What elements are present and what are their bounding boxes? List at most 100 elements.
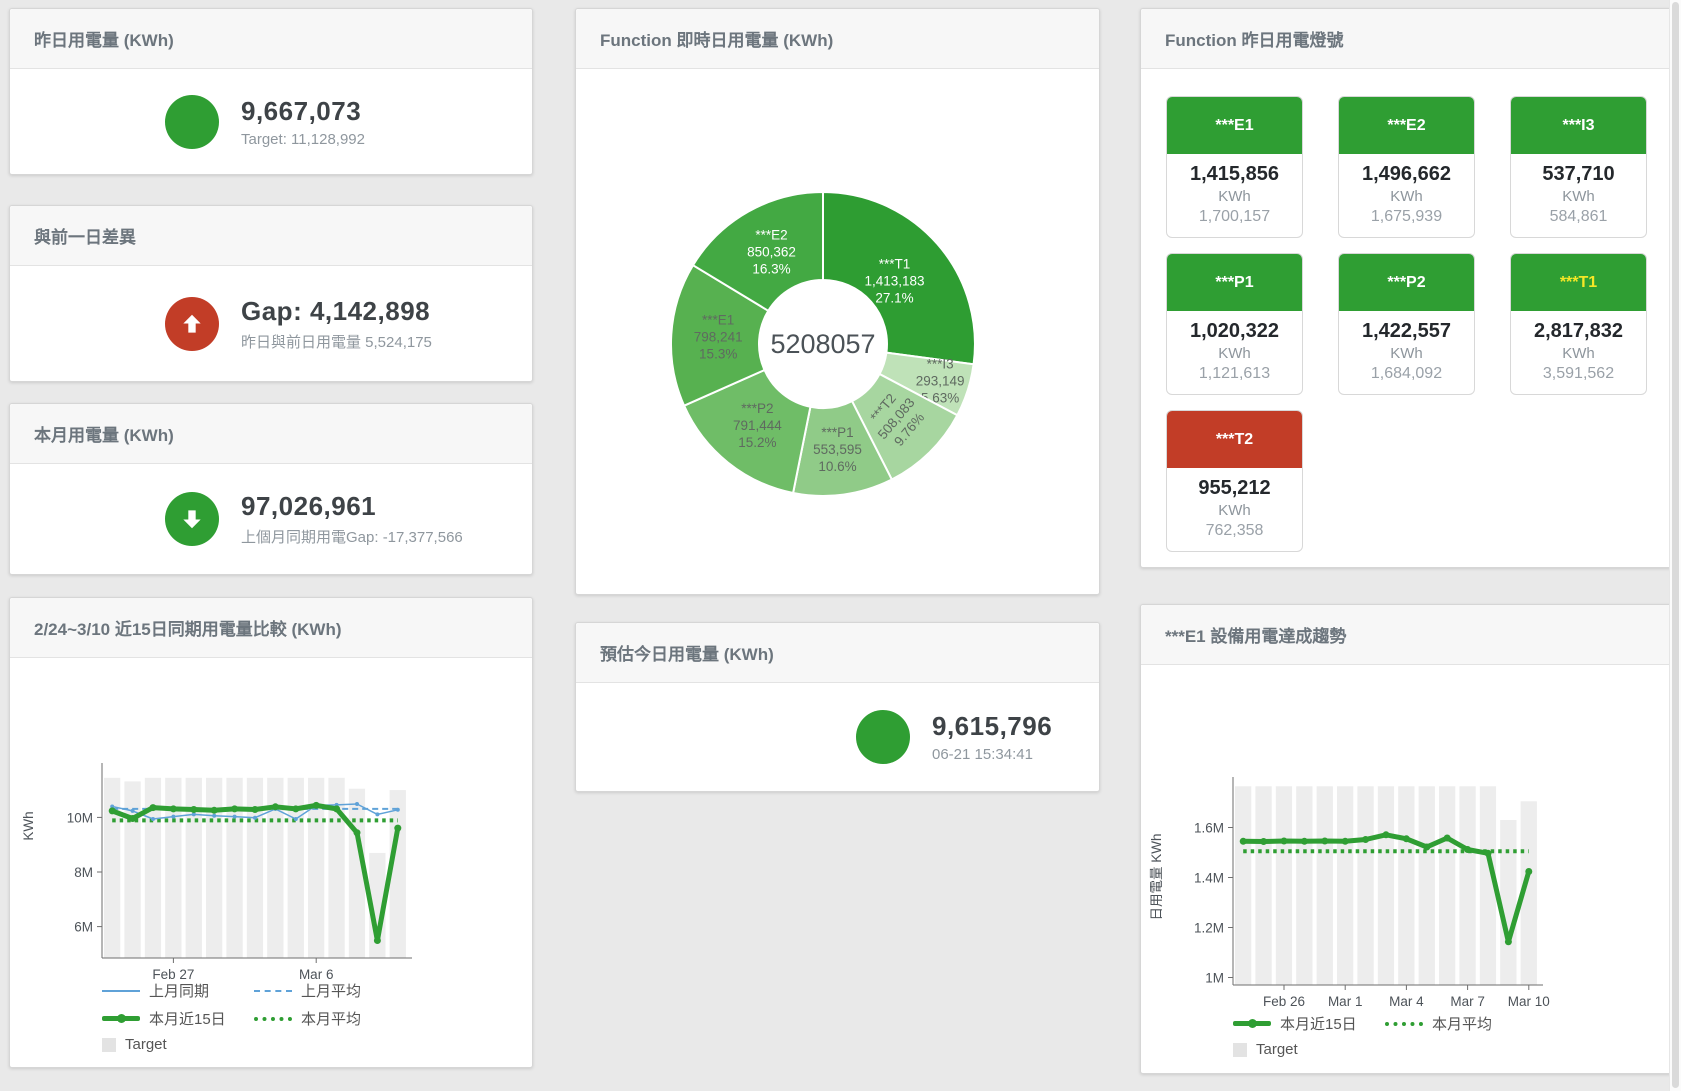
legend-item[interactable]: 本月平均 [1385,1013,1492,1034]
data-point[interactable] [396,808,400,812]
target-bar[interactable] [124,781,140,958]
y-axis-title: 日用電量 KWh [1149,833,1164,920]
legend-dot-green-icon [1385,1022,1423,1026]
target-bar[interactable] [1317,786,1333,985]
data-point[interactable] [170,805,177,812]
legend-item[interactable]: Target [1233,1041,1298,1058]
target-bar[interactable] [226,778,242,958]
data-point[interactable] [1464,846,1471,853]
target-bar[interactable] [165,778,181,958]
legend-label: 上月同期 [149,980,209,1001]
data-point[interactable] [211,807,218,814]
target-bar[interactable] [206,778,222,958]
target-bar[interactable] [288,778,304,958]
target-bar[interactable] [1337,786,1353,985]
data-point[interactable] [292,805,299,812]
data-point[interactable] [1301,838,1308,845]
legend-item[interactable]: Target [102,1036,167,1053]
data-point[interactable] [1423,844,1430,851]
target-bar[interactable] [1439,786,1455,985]
data-point[interactable] [1281,838,1288,845]
data-point[interactable] [109,807,116,814]
y-tick-label: 6M [74,920,93,935]
target-bar[interactable] [1255,786,1271,985]
legend-item[interactable]: 本月近15日 [102,1008,254,1029]
data-point[interactable] [1485,850,1492,857]
legend-line-blue-icon [102,990,140,992]
data-point[interactable] [1505,938,1512,945]
status-tile: ***E21,496,662KWh1,675,939 [1338,96,1475,238]
data-point[interactable] [1342,838,1349,845]
data-point[interactable] [1525,868,1532,875]
target-bar[interactable] [186,778,202,958]
data-point[interactable] [1260,838,1267,845]
data-point[interactable] [272,803,279,810]
data-point[interactable] [253,816,257,820]
status-tile: ***P21,422,557KWh1,684,092 [1338,253,1475,395]
target-bar[interactable] [1459,786,1475,985]
data-point[interactable] [1321,838,1328,845]
tile-unit: KWh [1167,188,1302,205]
tile-unit: KWh [1167,345,1302,362]
data-point[interactable] [375,812,379,816]
data-point[interactable] [151,817,155,821]
comparison-chart-canvas[interactable]: 6M8M10MFeb 27Mar 6KWh [10,658,532,1003]
data-point[interactable] [129,815,136,822]
card-title-forecast: 預估今日用電量 (KWh) [576,623,1099,683]
legend-line-green-icon [102,1016,140,1021]
data-point[interactable] [1383,831,1390,838]
data-point[interactable] [252,806,259,813]
data-point[interactable] [190,806,197,813]
y-tick-label: 1.4M [1194,871,1224,886]
data-point[interactable] [355,802,359,806]
target-bar[interactable] [1357,786,1373,985]
data-point[interactable] [1240,838,1247,845]
target-bar[interactable] [1419,786,1435,985]
legend-line-green-icon [1233,1021,1271,1026]
data-point[interactable] [171,815,175,819]
kpi-subtitle: 昨日與前日用電量 5,524,175 [241,331,432,352]
data-point[interactable] [374,937,381,944]
data-point[interactable] [233,815,237,819]
legend-label: 本月近15日 [1280,1013,1357,1034]
data-point[interactable] [131,809,135,813]
energy-dashboard: 昨日用電量 (KWh) 9,667,073 Target: 11,128,992… [0,0,1681,1091]
data-point[interactable] [333,805,340,812]
arrow-down-glyph [179,506,205,532]
target-bar[interactable] [390,790,406,958]
target-bar[interactable] [1296,786,1312,985]
y-axis-title: KWh [21,811,36,840]
scrollbar-thumb[interactable] [1672,2,1679,1088]
data-point[interactable] [1403,835,1410,842]
legend-item[interactable]: 上月同期 [102,980,254,1001]
status-circle-icon [856,710,910,764]
target-bar[interactable] [1378,786,1394,985]
card-title-text: 2/24~3/10 近15日同期用電量比較 (KWh) [34,615,342,640]
legend-item[interactable]: 本月平均 [254,1008,361,1029]
data-point[interactable] [231,805,238,812]
data-point[interactable] [212,814,216,818]
legend-item[interactable]: 上月平均 [254,980,361,1001]
legend-label: 上月平均 [301,980,361,1001]
legend-item[interactable]: 本月近15日 [1233,1013,1385,1034]
data-point[interactable] [394,825,401,832]
data-point[interactable] [354,829,361,836]
trend-chart-canvas[interactable]: 1M1.2M1.4M1.6MFeb 26Mar 1Mar 4Mar 7Mar 1… [1141,665,1671,1013]
target-bar[interactable] [1276,786,1292,985]
target-bar[interactable] [1500,820,1516,985]
target-bar[interactable] [1398,786,1414,985]
card-title-yesterday: 昨日用電量 (KWh) [10,9,532,69]
target-bar[interactable] [247,778,263,958]
data-point[interactable] [1362,836,1369,843]
card-title-compare: 2/24~3/10 近15日同期用電量比較 (KWh) [10,598,532,658]
data-point[interactable] [1444,835,1451,842]
data-point[interactable] [150,804,157,811]
data-point[interactable] [294,817,298,821]
data-point[interactable] [313,802,320,809]
target-bar[interactable] [1235,786,1251,985]
donut-chart-canvas[interactable]: ***T11,413,18327.1%***I3293,1495.63%***T… [576,69,1098,594]
status-tile: ***E11,415,856KWh1,700,157 [1166,96,1303,238]
kpi-value: 97,026,961 [241,491,463,522]
tile-target: 1,675,939 [1339,208,1474,226]
status-tile: ***P11,020,322KWh1,121,613 [1166,253,1303,395]
